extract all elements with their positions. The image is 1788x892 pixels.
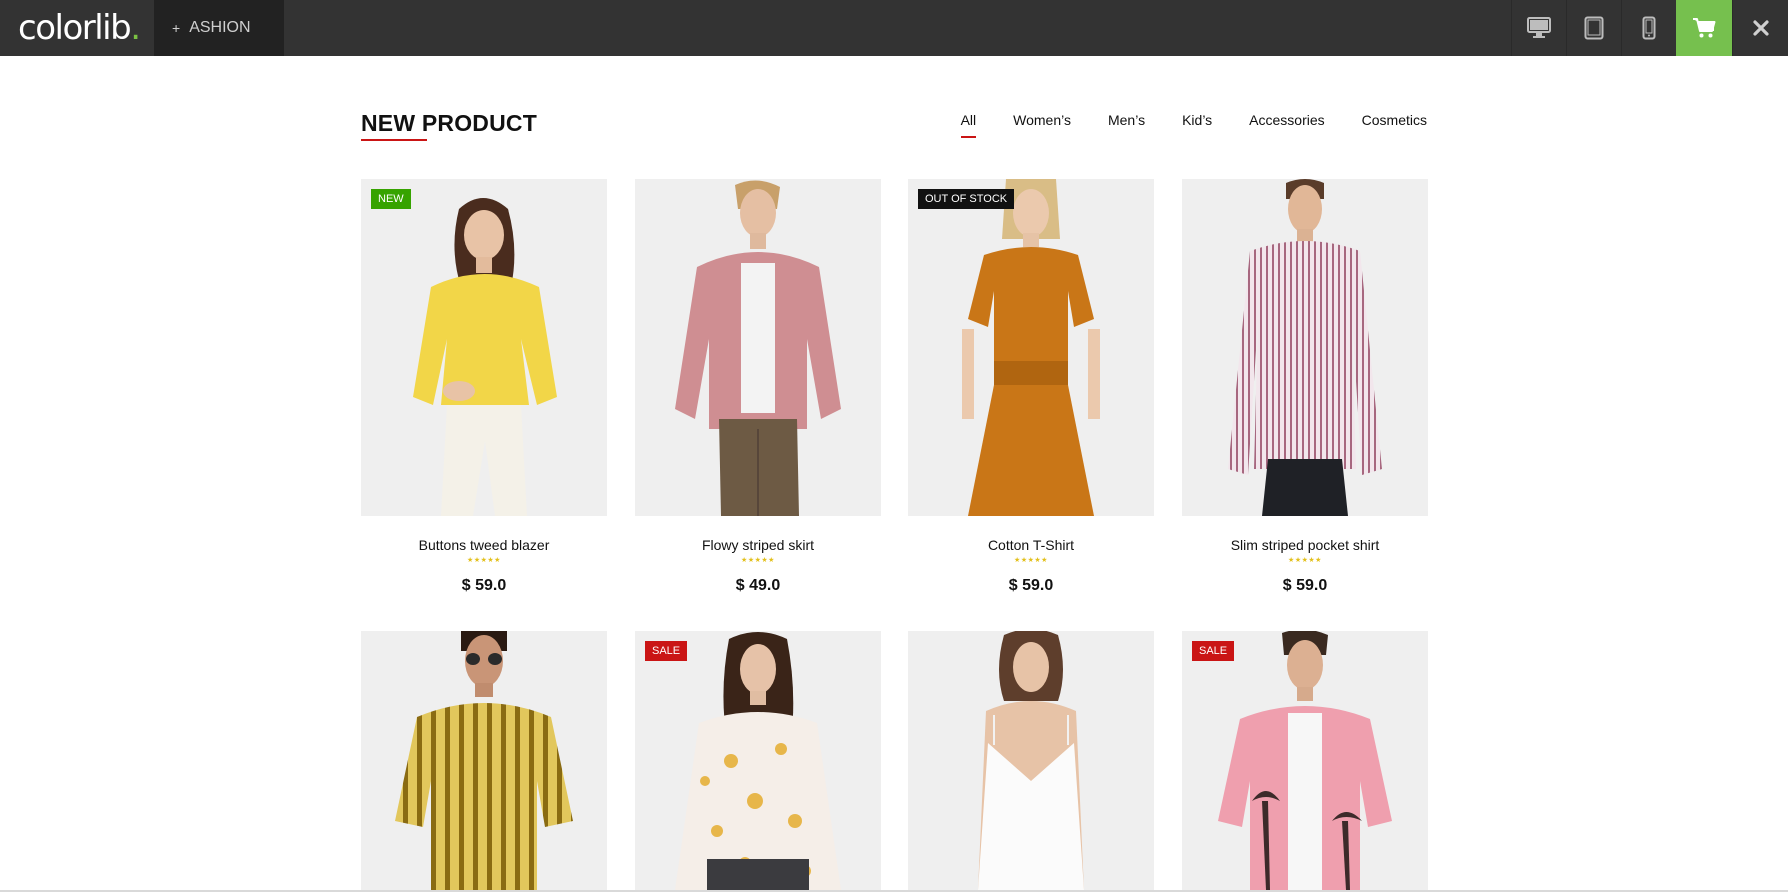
filter-all[interactable]: All bbox=[960, 112, 976, 138]
close-icon bbox=[1752, 20, 1769, 36]
filter-kids[interactable]: Kid’s bbox=[1182, 112, 1212, 128]
preview-topbar: colorlib. + ASHION bbox=[0, 0, 1788, 56]
tablet-icon bbox=[1584, 16, 1604, 40]
product-card[interactable]: SALE bbox=[635, 631, 881, 890]
rating-stars: ★★★★★ bbox=[467, 557, 501, 564]
plus-icon: + bbox=[172, 20, 181, 36]
tablet-view-button[interactable] bbox=[1566, 0, 1621, 56]
product-name[interactable]: Cotton T-Shirt bbox=[908, 537, 1154, 553]
model-pink-shirt-image bbox=[675, 180, 841, 516]
product-card[interactable]: SALE bbox=[1182, 631, 1428, 890]
product-image[interactable] bbox=[635, 179, 881, 516]
badge-new: NEW bbox=[371, 189, 411, 209]
product-image[interactable] bbox=[908, 631, 1154, 890]
model-yellow-striped-shirt-image bbox=[395, 631, 573, 890]
product-image[interactable]: SALE bbox=[1182, 631, 1428, 890]
badge-sale: SALE bbox=[1192, 641, 1235, 661]
desktop-icon bbox=[1527, 17, 1551, 38]
buy-cart-button[interactable] bbox=[1676, 0, 1732, 56]
product-image[interactable] bbox=[1182, 179, 1428, 516]
product-image[interactable]: SALE bbox=[635, 631, 881, 890]
model-pink-palm-shirt-image bbox=[1218, 631, 1392, 890]
product-card[interactable] bbox=[361, 631, 607, 890]
product-image[interactable]: NEW bbox=[361, 179, 607, 516]
product-price: $ 59.0 bbox=[1008, 577, 1054, 594]
product-filter-tabs: All Women’s Men’s Kid’s Accessories Cosm… bbox=[924, 112, 1427, 138]
logo-text: colorlib bbox=[18, 8, 132, 48]
device-toolbar bbox=[1511, 0, 1788, 56]
colorlib-logo[interactable]: colorlib. bbox=[18, 6, 141, 50]
product-image[interactable] bbox=[361, 631, 607, 890]
model-white-cami-image bbox=[978, 631, 1084, 890]
model-floral-blouse-image bbox=[675, 632, 841, 890]
product-card[interactable] bbox=[908, 631, 1154, 890]
product-price: $ 49.0 bbox=[735, 577, 781, 594]
close-preview-button[interactable] bbox=[1732, 0, 1788, 56]
rating-stars: ★★★★★ bbox=[741, 557, 775, 564]
product-card[interactable]: OUT OF STOCK Cotton T-Shirt ★★★★★ $ 59.0 bbox=[908, 179, 1154, 595]
model-orange-dress-image bbox=[962, 179, 1100, 516]
badge-sale: SALE bbox=[645, 641, 688, 661]
cart-icon bbox=[1693, 18, 1716, 38]
mobile-view-button[interactable] bbox=[1621, 0, 1676, 56]
rating-stars: ★★★★★ bbox=[1014, 557, 1048, 564]
logo-dot: . bbox=[130, 8, 141, 48]
product-name[interactable]: Buttons tweed blazer bbox=[361, 537, 607, 553]
badge-out-of-stock: OUT OF STOCK bbox=[918, 189, 1015, 209]
desktop-view-button[interactable] bbox=[1511, 0, 1566, 56]
section-title: NEW PRODUCT bbox=[361, 110, 537, 136]
theme-label: ASHION bbox=[189, 19, 251, 36]
theme-selector[interactable]: + ASHION bbox=[154, 0, 284, 56]
product-price: $ 59.0 bbox=[461, 577, 507, 594]
product-card[interactable]: Flowy striped skirt ★★★★★ $ 49.0 bbox=[635, 179, 881, 595]
model-striped-shirt-image bbox=[1228, 179, 1382, 516]
product-card[interactable]: Slim striped pocket shirt ★★★★★ $ 59.0 bbox=[1182, 179, 1428, 595]
filter-mens[interactable]: Men’s bbox=[1108, 112, 1145, 128]
title-underline bbox=[361, 139, 427, 141]
rating-stars: ★★★★★ bbox=[1288, 557, 1322, 564]
product-card[interactable]: NEW Buttons tweed blazer ★★★★★ $ 59.0 bbox=[361, 179, 607, 595]
filter-cosmetics[interactable]: Cosmetics bbox=[1362, 112, 1427, 128]
product-name[interactable]: Slim striped pocket shirt bbox=[1182, 537, 1428, 553]
product-name[interactable]: Flowy striped skirt bbox=[635, 537, 881, 553]
product-image[interactable]: OUT OF STOCK bbox=[908, 179, 1154, 516]
model-yellow-blouse-image bbox=[413, 198, 557, 516]
product-price: $ 59.0 bbox=[1282, 577, 1328, 594]
filter-accessories[interactable]: Accessories bbox=[1249, 112, 1324, 128]
mobile-icon bbox=[1642, 16, 1656, 40]
filter-womens[interactable]: Women’s bbox=[1013, 112, 1071, 128]
